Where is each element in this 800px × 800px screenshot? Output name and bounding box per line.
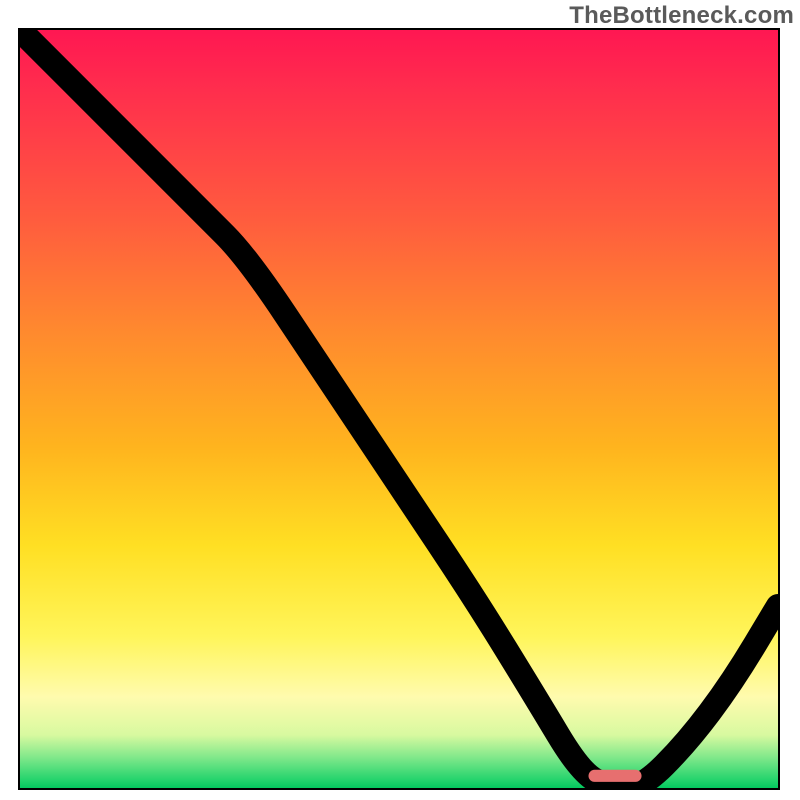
- chart-plot-area: [18, 28, 780, 790]
- chart-svg: [20, 30, 778, 788]
- bottleneck-curve: [20, 30, 778, 788]
- watermark-text: TheBottleneck.com: [569, 2, 794, 30]
- recommended-marker: [589, 770, 642, 782]
- chart-container: TheBottleneck.com: [0, 0, 800, 800]
